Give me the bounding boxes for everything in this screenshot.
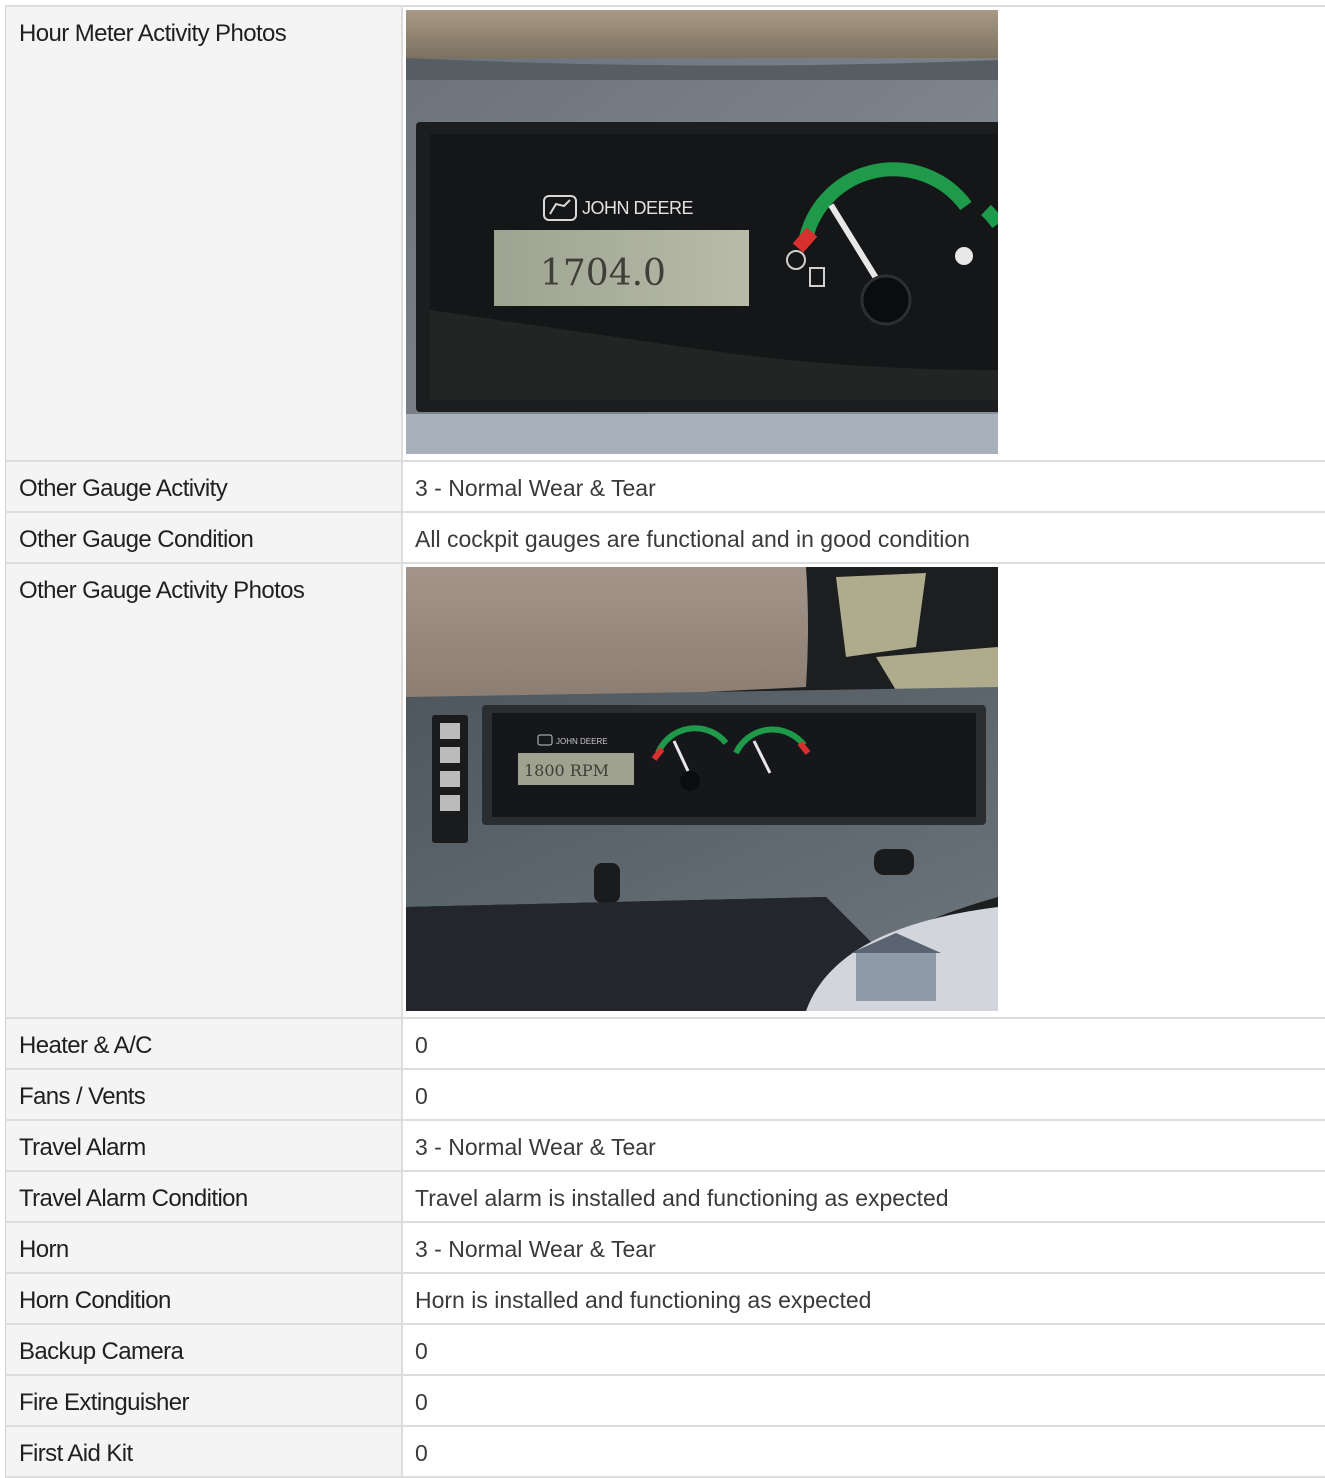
table-row: Backup Camera 0	[6, 1324, 1325, 1375]
row-label: Travel Alarm	[6, 1120, 403, 1171]
row-value: 0	[402, 1324, 1325, 1375]
row-value: Horn is installed and functioning as exp…	[402, 1273, 1325, 1324]
table-row: Horn Condition Horn is installed and fun…	[6, 1273, 1325, 1324]
row-value: 3 - Normal Wear & Tear	[402, 1120, 1325, 1171]
table-row: Heater & A/C 0	[6, 1018, 1325, 1069]
row-label: Hour Meter Activity Photos	[6, 6, 403, 461]
table-row: Horn 3 - Normal Wear & Tear	[6, 1222, 1325, 1273]
row-value: 0	[402, 1069, 1325, 1120]
row-label: Travel Alarm Condition	[6, 1171, 403, 1222]
row-label: Other Gauge Activity Photos	[6, 563, 403, 1018]
gauge-panel-photo[interactable]: JOHN DEERE 1800 RPM	[406, 567, 998, 1011]
inspection-table: Hour Meter Activity Photos	[5, 5, 1325, 1478]
row-label: Fire Extinguisher	[6, 1375, 403, 1426]
row-value: 0	[402, 1375, 1325, 1426]
row-label: Other Gauge Activity	[6, 461, 403, 512]
row-label: Other Gauge Condition	[6, 512, 403, 563]
row-label: First Aid Kit	[6, 1426, 403, 1477]
row-value: 0	[402, 1426, 1325, 1477]
table-row: Other Gauge Condition All cockpit gauges…	[6, 512, 1325, 563]
table-row: First Aid Kit 0	[6, 1426, 1325, 1477]
row-label: Heater & A/C	[6, 1018, 403, 1069]
svg-text:JOHN DEERE: JOHN DEERE	[556, 737, 608, 746]
table-row: Fire Extinguisher 0	[6, 1375, 1325, 1426]
row-label: Fans / Vents	[6, 1069, 403, 1120]
row-value: 0	[402, 1018, 1325, 1069]
row-value: 3 - Normal Wear & Tear	[402, 1222, 1325, 1273]
row-value: JOHN DEERE 1800 RPM	[402, 563, 1325, 1018]
row-label: Backup Camera	[6, 1324, 403, 1375]
rpm-readout: 1800 RPM	[524, 761, 609, 780]
row-value: Travel alarm is installed and functionin…	[402, 1171, 1325, 1222]
table-row: Travel Alarm 3 - Normal Wear & Tear	[6, 1120, 1325, 1171]
row-value: 3 - Normal Wear & Tear	[402, 461, 1325, 512]
svg-text:JOHN DEERE: JOHN DEERE	[582, 198, 694, 218]
table-row: Other Gauge Activity 3 - Normal Wear & T…	[6, 461, 1325, 512]
table-row: Travel Alarm Condition Travel alarm is i…	[6, 1171, 1325, 1222]
hour-meter-readout: 1704.0	[540, 253, 666, 294]
table-row: Fans / Vents 0	[6, 1069, 1325, 1120]
table-row: Other Gauge Activity Photos	[6, 563, 1325, 1018]
row-label: Horn Condition	[6, 1273, 403, 1324]
hour-meter-photo[interactable]: JOHN DEERE 1704.0	[406, 10, 998, 454]
table-row: Hour Meter Activity Photos	[6, 6, 1325, 461]
row-value: JOHN DEERE 1704.0	[402, 6, 1325, 461]
row-value: All cockpit gauges are functional and in…	[402, 512, 1325, 563]
row-label: Horn	[6, 1222, 403, 1273]
